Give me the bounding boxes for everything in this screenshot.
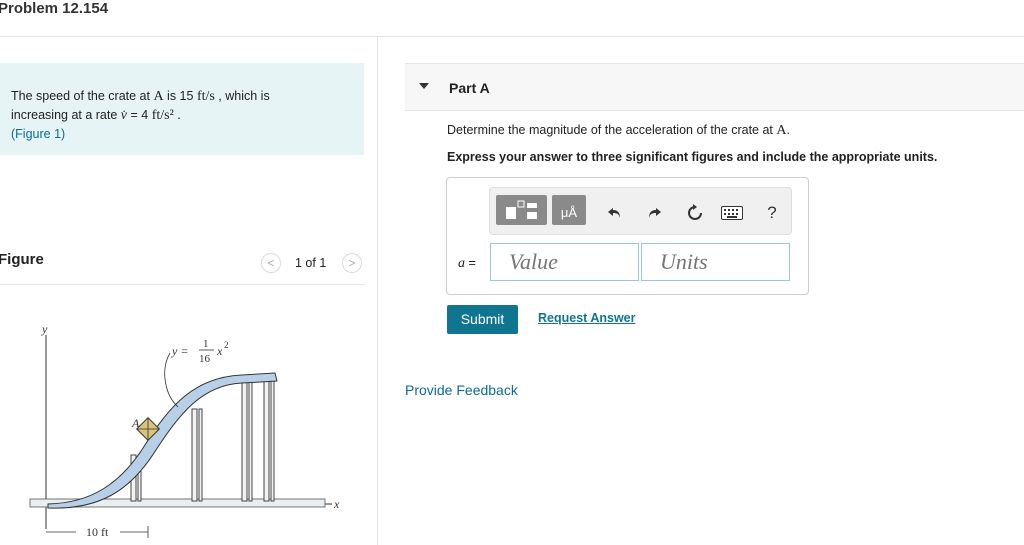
redo-icon[interactable] bbox=[642, 201, 666, 225]
problem-point: A bbox=[153, 89, 164, 104]
equation-lhs: y = bbox=[171, 344, 188, 358]
problem-statement: The speed of the crate at A is 15 ft/s ,… bbox=[11, 87, 356, 143]
problem-text-6: . bbox=[173, 108, 181, 122]
request-answer-link[interactable]: Request Answer bbox=[538, 311, 635, 325]
problem-text-1: The speed of the crate at bbox=[11, 89, 154, 103]
figure-divider bbox=[0, 284, 365, 285]
problem-text-3: , which is bbox=[214, 89, 270, 103]
figure-prev-button[interactable]: < bbox=[261, 253, 281, 273]
help-button[interactable]: ? bbox=[760, 201, 784, 225]
provide-feedback-link[interactable]: Provide Feedback bbox=[405, 382, 518, 398]
equation-numerator: 1 bbox=[203, 338, 209, 350]
question-text: Determine the magnitude of the accelerat… bbox=[447, 123, 790, 139]
submit-button[interactable]: Submit bbox=[447, 305, 518, 334]
equation-variable: x bbox=[216, 344, 223, 358]
figure-heading: Figure bbox=[0, 251, 44, 268]
caret-down-icon[interactable] bbox=[419, 83, 429, 89]
answer-label: a = bbox=[458, 256, 476, 272]
problem-text-4: increasing at a rate bbox=[11, 108, 121, 122]
question-point: A bbox=[776, 123, 787, 138]
answer-variable: a bbox=[458, 256, 465, 271]
dimension-label: 10 ft bbox=[86, 525, 109, 539]
part-a-title[interactable]: Part A bbox=[449, 80, 490, 96]
instruction-text: Express your answer to three significant… bbox=[447, 150, 938, 164]
templates-icon bbox=[506, 200, 537, 219]
value-input[interactable] bbox=[490, 243, 639, 281]
undo-icon[interactable] bbox=[603, 201, 627, 225]
figure-link[interactable]: (Figure 1) bbox=[11, 127, 65, 141]
units-input[interactable] bbox=[641, 243, 790, 281]
part-a-header[interactable] bbox=[405, 63, 1024, 111]
problem-text-5: = 4 bbox=[127, 108, 152, 122]
equation-denominator: 16 bbox=[199, 353, 211, 365]
equation-exponent: 2 bbox=[224, 340, 229, 350]
y-axis-label: y bbox=[41, 322, 48, 336]
question-text-1: Determine the magnitude of the accelerat… bbox=[447, 123, 777, 137]
page-title: Problem 12.154 bbox=[0, 0, 109, 17]
figure-diagram: y x A y = 1 16 x 2 10 ft bbox=[29, 322, 340, 539]
problem-text-2: is 15 bbox=[163, 89, 197, 103]
equation-leader bbox=[164, 352, 179, 408]
question-text-2: . bbox=[786, 123, 790, 137]
figure-next-button[interactable]: > bbox=[342, 253, 362, 273]
answer-equals: = bbox=[465, 256, 476, 270]
point-a-label: A bbox=[131, 416, 140, 430]
problem-unit-2: ft/s² bbox=[151, 108, 174, 123]
problem-unit-1: ft/s bbox=[196, 89, 215, 104]
header-divider bbox=[0, 36, 1024, 37]
column-divider bbox=[377, 37, 378, 545]
reset-icon[interactable] bbox=[683, 201, 707, 225]
units-button[interactable]: μÅ bbox=[552, 195, 586, 225]
templates-button[interactable] bbox=[496, 195, 547, 225]
figure-page-count: 1 of 1 bbox=[295, 256, 327, 270]
keyboard-icon[interactable] bbox=[720, 201, 744, 225]
x-axis-label: x bbox=[333, 497, 340, 511]
